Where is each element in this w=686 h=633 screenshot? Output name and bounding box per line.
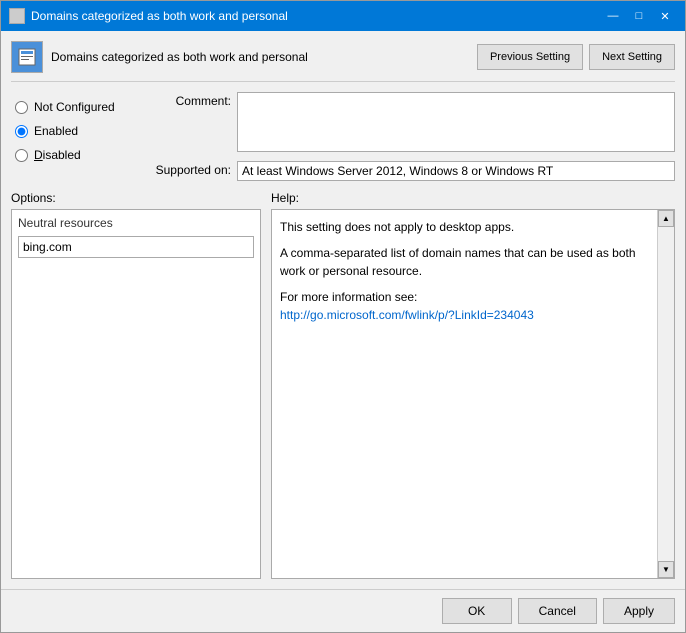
disabled-radio-label[interactable]: Disabled xyxy=(15,144,141,166)
section-labels-row: Options: Help: xyxy=(11,191,675,205)
top-form: Not Configured Enabled Disabled Comment: xyxy=(11,92,675,181)
title-buttons: — □ ✕ xyxy=(601,6,677,26)
main-content: Domains categorized as both work and per… xyxy=(1,31,685,589)
next-setting-button[interactable]: Next Setting xyxy=(589,44,675,70)
supported-row: Supported on: At least Windows Server 20… xyxy=(141,161,675,181)
supported-box: At least Windows Server 2012, Windows 8 … xyxy=(237,161,675,181)
header-policy-icon xyxy=(11,41,43,73)
not-configured-radio-label[interactable]: Not Configured xyxy=(15,96,141,118)
right-form-column: Comment: Supported on: At least Windows … xyxy=(141,92,675,181)
radio-column: Not Configured Enabled Disabled xyxy=(11,92,141,181)
not-configured-text: Not Configured xyxy=(34,100,115,114)
enabled-text: Enabled xyxy=(34,124,78,138)
help-link-prefix: For more information see: xyxy=(280,290,417,304)
scroll-down-arrow[interactable]: ▼ xyxy=(658,561,674,578)
help-paragraph-2: A comma-separated list of domain names t… xyxy=(280,244,650,280)
previous-setting-button[interactable]: Previous Setting xyxy=(477,44,583,70)
options-panel-title: Neutral resources xyxy=(18,216,254,230)
title-bar: Domains categorized as both work and per… xyxy=(1,1,685,31)
supported-label: Supported on: xyxy=(141,161,231,177)
footer: OK Cancel Apply xyxy=(1,589,685,632)
apply-button[interactable]: Apply xyxy=(603,598,675,624)
help-panel: This setting does not apply to desktop a… xyxy=(271,209,675,579)
comment-row: Comment: xyxy=(141,92,675,155)
scroll-up-arrow[interactable]: ▲ xyxy=(658,210,674,227)
maximize-button[interactable]: □ xyxy=(627,6,651,26)
not-configured-radio[interactable] xyxy=(15,101,28,114)
supported-value: At least Windows Server 2012, Windows 8 … xyxy=(238,162,573,180)
title-bar-left: Domains categorized as both work and per… xyxy=(9,8,288,24)
header-row: Domains categorized as both work and per… xyxy=(11,41,675,82)
comment-textarea[interactable] xyxy=(237,92,675,152)
ok-button[interactable]: OK xyxy=(442,598,512,624)
cancel-button[interactable]: Cancel xyxy=(518,598,597,624)
comment-container xyxy=(237,92,675,155)
header-left: Domains categorized as both work and per… xyxy=(11,41,308,73)
header-title: Domains categorized as both work and per… xyxy=(51,50,308,64)
comment-label: Comment: xyxy=(141,92,231,108)
help-section-label: Help: xyxy=(271,191,299,205)
window-icon xyxy=(9,8,25,24)
radio-group: Not Configured Enabled Disabled xyxy=(15,96,141,166)
neutral-resources-input[interactable] xyxy=(18,236,254,258)
help-content: This setting does not apply to desktop a… xyxy=(272,210,674,340)
main-window: Domains categorized as both work and per… xyxy=(0,0,686,633)
options-section-label: Options: xyxy=(11,191,261,205)
help-paragraph-3: For more information see: http://go.micr… xyxy=(280,288,650,324)
help-link[interactable]: http://go.microsoft.com/fwlink/p/?LinkId… xyxy=(280,308,534,322)
window-title: Domains categorized as both work and per… xyxy=(31,9,288,23)
disabled-text: Disabled xyxy=(34,148,81,162)
enabled-radio-label[interactable]: Enabled xyxy=(15,120,141,142)
disabled-radio[interactable] xyxy=(15,149,28,162)
help-scrollbar: ▲ ▼ xyxy=(657,210,674,578)
header-nav-buttons: Previous Setting Next Setting xyxy=(477,44,675,70)
minimize-button[interactable]: — xyxy=(601,6,625,26)
enabled-radio[interactable] xyxy=(15,125,28,138)
options-panel: Neutral resources xyxy=(11,209,261,579)
help-paragraph-1: This setting does not apply to desktop a… xyxy=(280,218,650,236)
bottom-panels: Neutral resources This setting does not … xyxy=(11,209,675,579)
close-button[interactable]: ✕ xyxy=(653,6,677,26)
